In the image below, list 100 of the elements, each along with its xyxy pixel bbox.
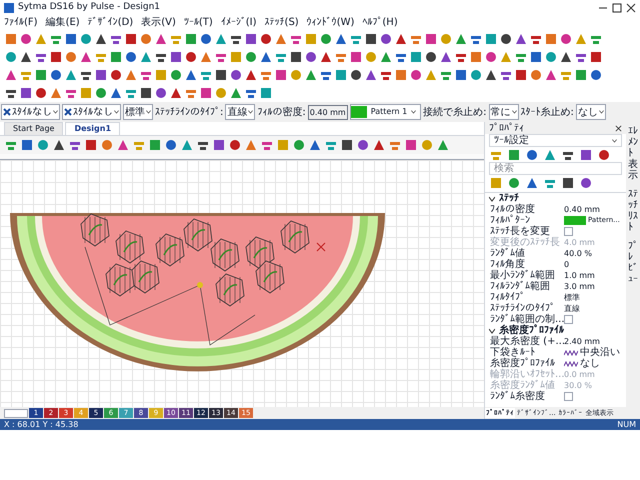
tool-icon[interactable] (164, 138, 178, 152)
tool-icon[interactable] (319, 50, 333, 64)
tool-icon[interactable] (424, 32, 438, 46)
tool-icon[interactable] (244, 32, 258, 46)
tool-icon[interactable] (579, 176, 593, 190)
style-dropdown[interactable]: 直線 (225, 104, 256, 120)
tool-icon[interactable] (304, 50, 318, 64)
tool-dropdown[interactable]: ﾂｰﾙ設定 (489, 134, 622, 147)
tool-icon[interactable] (154, 32, 168, 46)
tool-icon[interactable] (116, 138, 130, 152)
menu-item[interactable]: ｲﾒｰｼﾞ(I) (220, 18, 257, 28)
tool-icon[interactable] (229, 68, 243, 82)
tool-icon[interactable] (334, 32, 348, 46)
menu-item[interactable]: 編集(E) (46, 18, 80, 28)
menu-item[interactable]: ﾃﾞｻﾞｲﾝ(D) (88, 18, 134, 28)
tool-icon[interactable] (228, 138, 242, 152)
tool-icon[interactable] (19, 86, 33, 100)
tool-icon[interactable] (525, 176, 539, 190)
side-tab[interactable]: ｴﾚﾒﾝﾄ表示 (628, 126, 638, 181)
tool-icon[interactable] (4, 68, 18, 82)
tool-icon[interactable] (169, 50, 183, 64)
tool-icon[interactable] (20, 138, 34, 152)
tool-icon[interactable] (94, 68, 108, 82)
tool-icon[interactable] (525, 148, 539, 162)
tool-icon[interactable] (559, 32, 573, 46)
tool-icon[interactable] (212, 138, 226, 152)
document-tab[interactable]: Start Page (4, 122, 64, 135)
tool-icon[interactable] (544, 68, 558, 82)
tool-icon[interactable] (561, 176, 575, 190)
tool-icon[interactable] (52, 138, 66, 152)
tool-icon[interactable] (454, 68, 468, 82)
style-dropdown[interactable]: 標準 (123, 104, 153, 120)
search-field[interactable]: 検索 (489, 162, 622, 175)
tool-icon[interactable] (214, 68, 228, 82)
tool-icon[interactable] (79, 50, 93, 64)
tool-icon[interactable] (109, 68, 123, 82)
maximize-icon[interactable] (612, 3, 622, 13)
tool-icon[interactable] (308, 138, 322, 152)
tool-icon[interactable] (19, 32, 33, 46)
tool-icon[interactable] (589, 50, 603, 64)
tool-icon[interactable] (514, 32, 528, 46)
style-dropdown[interactable]: なし (576, 104, 606, 120)
tool-icon[interactable] (199, 86, 213, 100)
tool-icon[interactable] (559, 50, 573, 64)
tool-icon[interactable] (244, 68, 258, 82)
menu-item[interactable]: ﾂｰﾙ(T) (184, 18, 213, 28)
menu-item[interactable]: ｽﾃｯﾁ(S) (264, 18, 299, 28)
checkbox[interactable] (564, 227, 573, 236)
tool-icon[interactable] (372, 138, 386, 152)
checkbox[interactable] (564, 392, 573, 401)
tool-icon[interactable] (409, 68, 423, 82)
style-dropdown[interactable]: ｽﾀｲﾙなし (62, 104, 121, 120)
tool-icon[interactable] (94, 32, 108, 46)
menu-item[interactable]: ﾍﾙﾌﾟ(H) (362, 18, 398, 28)
tool-icon[interactable] (379, 32, 393, 46)
tool-icon[interactable] (154, 86, 168, 100)
side-tab[interactable]: ﾌﾟﾚﾋﾞｭｰ (628, 241, 638, 285)
tool-icon[interactable] (514, 68, 528, 82)
group-header[interactable]: ｽﾃｯﾁ (485, 193, 626, 204)
style-dropdown[interactable]: 常に (488, 104, 519, 120)
tool-icon[interactable] (579, 148, 593, 162)
tool-icon[interactable] (597, 148, 611, 162)
tool-icon[interactable] (34, 86, 48, 100)
style-dropdown[interactable]: ｽﾀｲﾙなし (1, 104, 60, 120)
tool-icon[interactable] (184, 50, 198, 64)
menu-item[interactable]: ﾌｧｲﾙ(F) (4, 18, 38, 28)
tool-icon[interactable] (124, 50, 138, 64)
tool-icon[interactable] (49, 68, 63, 82)
menu-item[interactable]: 表示(V) (141, 18, 176, 28)
tool-icon[interactable] (259, 32, 273, 46)
tool-icon[interactable] (356, 138, 370, 152)
color-field[interactable] (4, 408, 28, 418)
tool-icon[interactable] (349, 50, 363, 64)
tool-icon[interactable] (199, 32, 213, 46)
tool-icon[interactable] (349, 68, 363, 82)
tool-icon[interactable] (139, 86, 153, 100)
tool-icon[interactable] (484, 50, 498, 64)
tool-icon[interactable] (364, 68, 378, 82)
tool-icon[interactable] (184, 68, 198, 82)
tool-icon[interactable] (439, 50, 453, 64)
tool-icon[interactable] (484, 68, 498, 82)
tool-icon[interactable] (289, 50, 303, 64)
tool-icon[interactable] (169, 86, 183, 100)
close-icon[interactable] (626, 3, 636, 13)
density-field[interactable]: 0.40 mm (308, 104, 348, 120)
menu-item[interactable]: ｳｨﾝﾄﾞｳ(W) (306, 18, 354, 28)
tool-icon[interactable] (340, 138, 354, 152)
close-icon[interactable] (615, 124, 622, 132)
tool-icon[interactable] (84, 138, 98, 152)
tool-icon[interactable] (274, 68, 288, 82)
document-tab[interactable]: Design1 (65, 122, 120, 135)
tool-icon[interactable] (529, 50, 543, 64)
side-tab[interactable]: ｽﾃｯﾁﾘｽﾄ (628, 189, 638, 233)
tool-icon[interactable] (364, 32, 378, 46)
pattern-dropdown[interactable]: Pattern 1 (350, 104, 422, 120)
tool-icon[interactable] (19, 50, 33, 64)
tool-icon[interactable] (259, 50, 273, 64)
tool-icon[interactable] (124, 32, 138, 46)
tool-icon[interactable] (394, 32, 408, 46)
tool-icon[interactable] (49, 50, 63, 64)
